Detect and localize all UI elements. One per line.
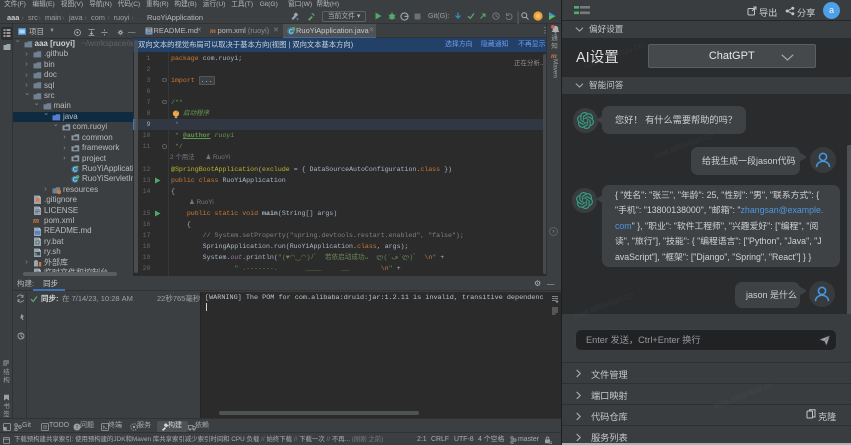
- svg-text:C: C: [73, 178, 78, 184]
- svg-text:C: C: [73, 167, 78, 173]
- svg-text:!: !: [76, 425, 78, 431]
